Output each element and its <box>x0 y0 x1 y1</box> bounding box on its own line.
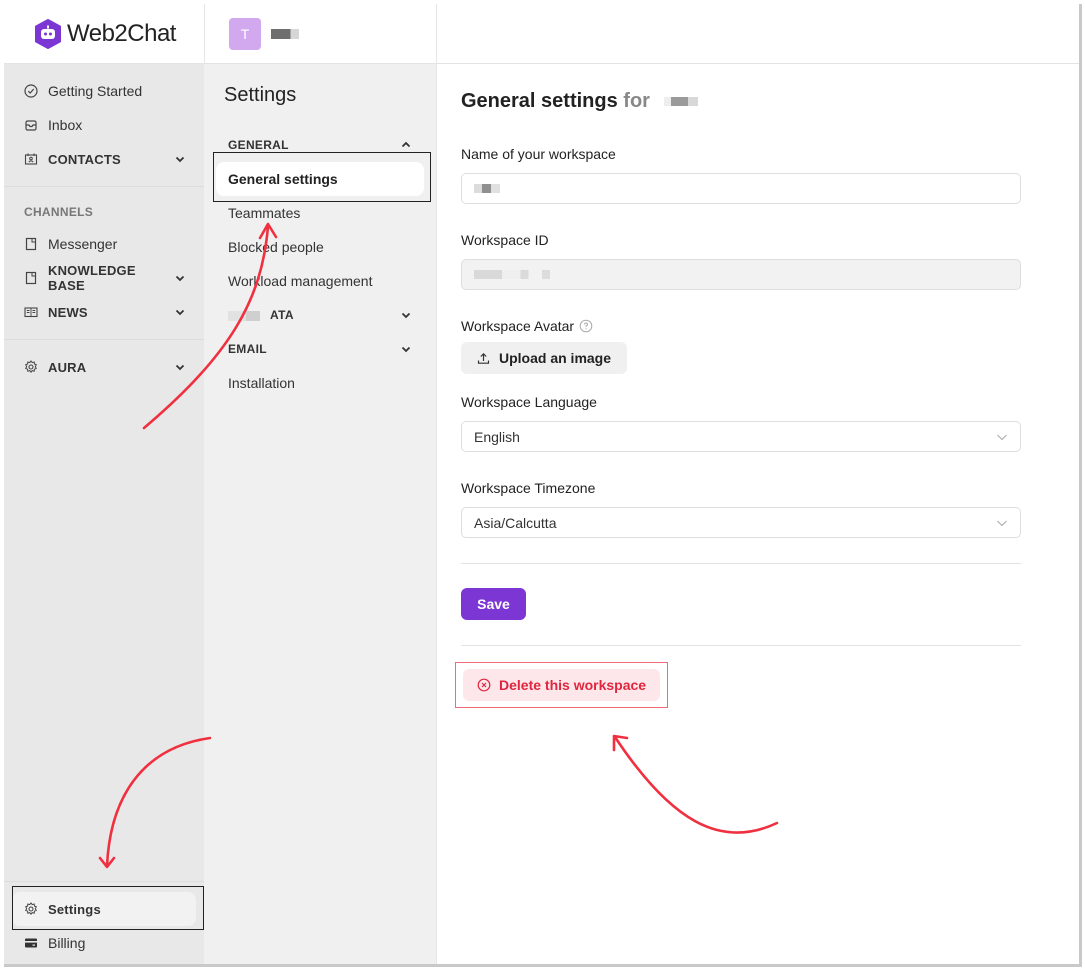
contacts-icon <box>24 152 38 166</box>
page-icon <box>24 237 38 251</box>
settings-item-blocked-people[interactable]: Blocked people <box>204 230 436 264</box>
main-nav: Getting Started Inbox CONTACTS CHANNELS … <box>4 64 204 384</box>
delete-workspace-button[interactable]: Delete this workspace <box>463 669 661 701</box>
save-button[interactable]: Save <box>461 588 526 620</box>
channels-section-heading: CHANNELS <box>24 205 94 219</box>
divider <box>4 186 204 187</box>
close-circle-icon <box>477 678 491 692</box>
gear-icon <box>24 360 38 374</box>
settings-item-workload-management[interactable]: Workload management <box>204 264 436 298</box>
workspace-timezone-label: Workspace Timezone <box>461 480 596 496</box>
chevron-down-icon <box>175 156 185 163</box>
chevron-down-icon <box>997 520 1007 526</box>
content-body: General settings for Name of your worksp… <box>437 64 1021 708</box>
workspace-name-redacted <box>271 28 299 39</box>
workspace-avatar-label: Workspace Avatar <box>461 318 1021 334</box>
chevron-up-icon <box>401 141 411 148</box>
settings-item-general-settings[interactable]: General settings <box>216 162 424 196</box>
help-icon[interactable] <box>579 319 593 333</box>
sidebar-item-label: Getting Started <box>48 83 143 99</box>
sidebar-item-aura[interactable]: AURA <box>4 350 204 384</box>
workspace-language-label: Workspace Language <box>461 394 597 410</box>
divider <box>4 881 204 882</box>
button-label: Upload an image <box>499 350 612 366</box>
sidebar-item-label: AURA <box>48 359 87 375</box>
redacted-text <box>228 310 268 321</box>
workspace-name-redacted <box>663 97 698 107</box>
settings-item-installation[interactable]: Installation <box>204 366 436 400</box>
page-title-text: General settings <box>461 90 618 112</box>
settings-title: Settings <box>224 84 297 106</box>
workspace-id-field <box>461 259 1021 290</box>
page-title: General settings for <box>461 90 1021 132</box>
app-window: Web2Chat Getting Started Inbox CONTACTS … <box>4 4 1082 967</box>
web2chat-logo-icon <box>35 18 61 49</box>
workspace-switcher[interactable]: T <box>204 4 436 64</box>
chevron-down-icon <box>997 434 1007 440</box>
gear-icon <box>24 902 38 916</box>
sidebar-item-label: Inbox <box>48 117 83 133</box>
settings-group-data[interactable]: ATA <box>204 298 436 332</box>
content-header <box>437 4 1079 64</box>
inbox-icon <box>24 118 38 132</box>
chevron-down-icon <box>175 364 185 371</box>
sidebar-item-getting-started[interactable]: Getting Started <box>4 74 204 108</box>
sidebar-bottom: Settings Billing <box>4 881 204 964</box>
book-icon <box>24 305 38 319</box>
chevron-down-icon <box>401 312 411 319</box>
settings-item-teammates[interactable]: Teammates <box>204 196 436 230</box>
chevron-down-icon <box>175 275 185 282</box>
card-icon <box>24 936 38 950</box>
divider <box>461 563 1021 564</box>
divider <box>461 645 1021 646</box>
page-title-for: for <box>623 90 650 112</box>
group-label: EMAIL <box>228 342 267 356</box>
group-label: ATA <box>228 308 400 322</box>
upload-image-button[interactable]: Upload an image <box>461 342 628 374</box>
selected-value: Asia/Calcutta <box>474 514 557 531</box>
sidebar-item-label: KNOWLEDGE BASE <box>48 263 136 293</box>
sidebar-item-messenger[interactable]: Messenger <box>4 227 204 261</box>
sidebar-item-label: NEWS <box>48 304 88 320</box>
workspace-avatar: T <box>229 17 261 50</box>
settings-nav: T Settings GENERAL General settings Team… <box>204 4 436 964</box>
sidebar-item-knowledge-base[interactable]: KNOWLEDGE BASE <box>4 261 204 295</box>
workspace-id-label: Workspace ID <box>461 232 549 248</box>
check-circle-icon <box>24 84 38 98</box>
sidebar-item-label: Settings <box>48 901 101 917</box>
page-icon <box>24 271 38 285</box>
delete-highlight-box: Delete this workspace <box>455 662 669 708</box>
sidebar-item-label: Messenger <box>48 236 118 252</box>
save-row: Save <box>461 588 1021 620</box>
group-label: GENERAL <box>228 138 289 152</box>
logo-bar: Web2Chat <box>4 4 204 64</box>
sidebar-item-inbox[interactable]: Inbox <box>4 108 204 142</box>
sidebar-item-label: Billing <box>48 935 86 951</box>
workspace-name-input[interactable] <box>461 173 1021 204</box>
sidebar-item-billing[interactable]: Billing <box>4 926 204 960</box>
brand-name: Web2Chat <box>67 19 176 47</box>
workspace-language-select[interactable]: English <box>461 421 1021 452</box>
sidebar-item-contacts[interactable]: CONTACTS <box>4 142 204 176</box>
settings-group-general[interactable]: GENERAL <box>204 128 436 162</box>
upload-icon <box>477 352 490 364</box>
settings-group-email[interactable]: EMAIL <box>204 332 436 366</box>
workspace-name-label: Name of your workspace <box>461 146 616 162</box>
main-sidebar: Web2Chat Getting Started Inbox CONTACTS … <box>4 4 204 964</box>
sidebar-item-settings[interactable]: Settings <box>12 892 196 926</box>
sidebar-item-news[interactable]: NEWS <box>4 295 204 329</box>
chevron-down-icon <box>175 309 185 316</box>
button-label: Delete this workspace <box>499 677 647 693</box>
label-text: Workspace Avatar <box>461 318 575 334</box>
general-settings-panel: General settings for Name of your worksp… <box>436 4 1079 964</box>
divider <box>4 339 204 340</box>
group-label-text: ATA <box>270 308 294 322</box>
redacted-value <box>474 184 500 193</box>
chevron-down-icon <box>401 346 411 353</box>
sidebar-item-label: CONTACTS <box>48 151 121 167</box>
selected-value: English <box>474 428 520 445</box>
redacted-value <box>474 270 554 279</box>
workspace-timezone-select[interactable]: Asia/Calcutta <box>461 507 1021 538</box>
